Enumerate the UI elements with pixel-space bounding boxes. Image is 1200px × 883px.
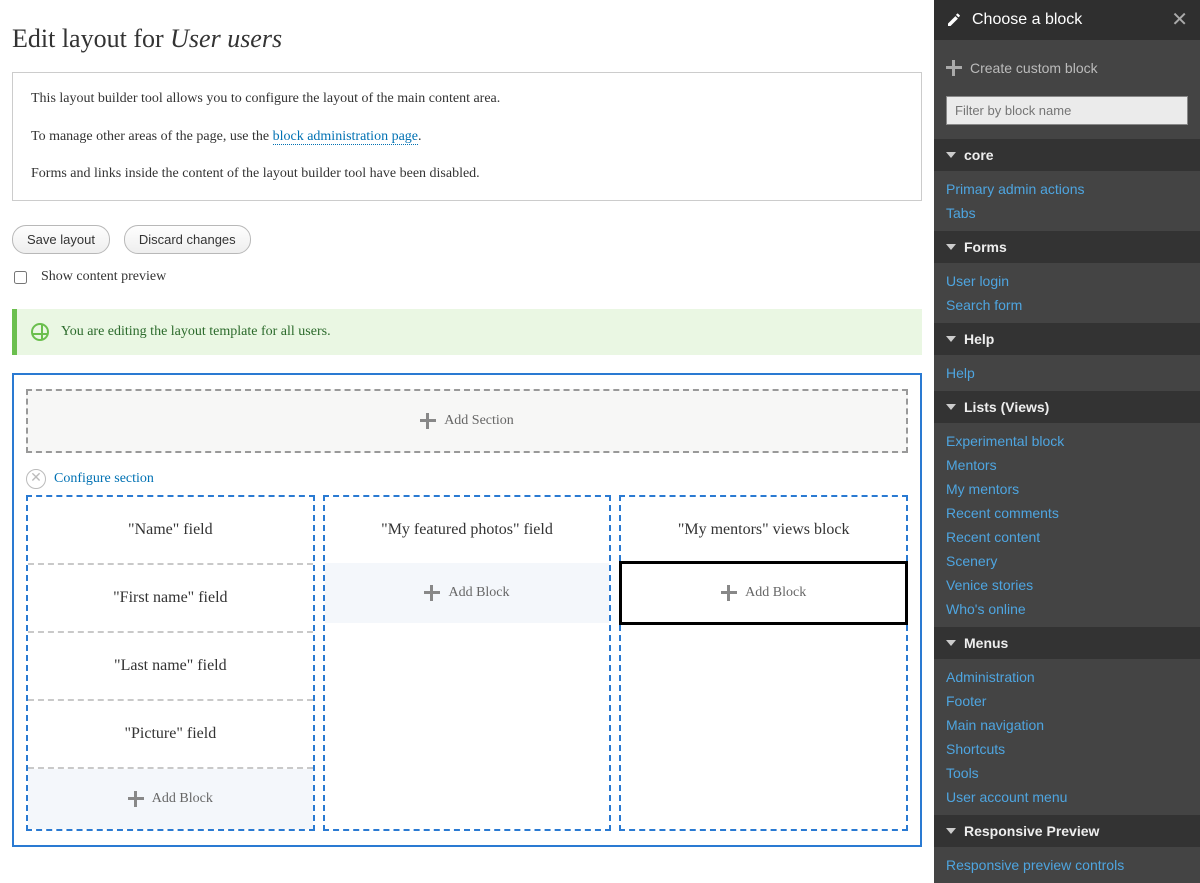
page-title-prefix: Edit layout for: [12, 24, 170, 53]
section-columns: "Name" field "First name" field "Last na…: [26, 495, 908, 831]
column-1: "Name" field "First name" field "Last na…: [26, 495, 315, 831]
block-admin-link[interactable]: block administration page: [273, 129, 418, 145]
caret-down-icon: [946, 404, 956, 410]
page-title-entity: User users: [170, 24, 282, 53]
block-link-user-login[interactable]: User login: [934, 269, 1200, 293]
caret-down-icon: [946, 152, 956, 158]
main-content: Edit layout for User users This layout b…: [0, 0, 934, 883]
group-links: Help: [934, 355, 1200, 391]
block-link-mentors[interactable]: Mentors: [934, 453, 1200, 477]
group-links: Primary admin actionsTabs: [934, 171, 1200, 231]
field-block-name[interactable]: "Name" field: [28, 497, 313, 565]
block-link-help[interactable]: Help: [934, 361, 1200, 385]
content-preview-checkbox[interactable]: [14, 271, 27, 284]
content-preview-label[interactable]: Show content preview: [41, 269, 166, 285]
column-2: "My featured photos" field Add Block: [323, 495, 612, 831]
group-header-responsive-preview[interactable]: Responsive Preview: [934, 815, 1200, 847]
info-line-3: Forms and links inside the content of th…: [31, 164, 903, 184]
offcanvas-groups: corePrimary admin actionsTabsFormsUser l…: [934, 139, 1200, 883]
field-block-featured-photos[interactable]: "My featured photos" field: [325, 497, 610, 563]
close-icon[interactable]: ✕: [1171, 10, 1188, 30]
add-block-button-col2[interactable]: Add Block: [325, 563, 610, 623]
page-title: Edit layout for User users: [12, 24, 922, 54]
field-block-picture[interactable]: "Picture" field: [28, 701, 313, 769]
block-link-administration[interactable]: Administration: [934, 665, 1200, 689]
plus-icon: [128, 791, 144, 807]
add-block-button-col1[interactable]: Add Block: [28, 769, 313, 829]
group-header-lists-views-[interactable]: Lists (Views): [934, 391, 1200, 423]
field-block-my-mentors[interactable]: "My mentors" views block: [621, 497, 906, 563]
offcanvas-title: Choose a block: [972, 11, 1171, 29]
discard-changes-button[interactable]: Discard changes: [124, 225, 251, 254]
group-header-help[interactable]: Help: [934, 323, 1200, 355]
layout-canvas: Add Section ✕ Configure section "Name" f…: [12, 373, 922, 847]
action-buttons: Save layout Discard changes: [12, 225, 922, 254]
group-links: AdministrationFooterMain navigationShort…: [934, 659, 1200, 815]
block-link-scenery[interactable]: Scenery: [934, 549, 1200, 573]
filter-wrapper: [934, 96, 1200, 139]
plus-icon: [424, 585, 440, 601]
block-link-my-mentors[interactable]: My mentors: [934, 477, 1200, 501]
field-block-first-name[interactable]: "First name" field: [28, 565, 313, 633]
content-preview-toggle: Show content preview: [12, 268, 922, 287]
block-link-user-account-menu[interactable]: User account menu: [934, 785, 1200, 809]
filter-input[interactable]: [946, 96, 1188, 125]
block-link-recent-content[interactable]: Recent content: [934, 525, 1200, 549]
field-block-last-name[interactable]: "Last name" field: [28, 633, 313, 701]
block-link-main-navigation[interactable]: Main navigation: [934, 713, 1200, 737]
group-header-menus[interactable]: Menus: [934, 627, 1200, 659]
info-line-1: This layout builder tool allows you to c…: [31, 89, 903, 109]
block-link-tools[interactable]: Tools: [934, 761, 1200, 785]
info-box: This layout builder tool allows you to c…: [12, 72, 922, 201]
block-link-experimental-block[interactable]: Experimental block: [934, 429, 1200, 453]
info-line-2: To manage other areas of the page, use t…: [31, 127, 903, 147]
add-section-button[interactable]: Add Section: [26, 389, 908, 453]
caret-down-icon: [946, 828, 956, 834]
column-3: "My mentors" views block Add Block: [619, 495, 908, 831]
group-links: User loginSearch form: [934, 263, 1200, 323]
group-links: Experimental blockMentorsMy mentorsRecen…: [934, 423, 1200, 627]
offcanvas-sidebar: Choose a block ✕ Create custom block cor…: [934, 0, 1200, 883]
caret-down-icon: [946, 336, 956, 342]
group-header-forms[interactable]: Forms: [934, 231, 1200, 263]
save-layout-button[interactable]: Save layout: [12, 225, 110, 254]
block-link-venice-stories[interactable]: Venice stories: [934, 573, 1200, 597]
plus-icon: [420, 413, 436, 429]
block-link-tabs[interactable]: Tabs: [934, 201, 1200, 225]
pencil-icon: [946, 12, 962, 28]
block-link-recent-comments[interactable]: Recent comments: [934, 501, 1200, 525]
plus-icon: [946, 60, 962, 76]
group-links: Responsive preview controls: [934, 847, 1200, 883]
block-link-shortcuts[interactable]: Shortcuts: [934, 737, 1200, 761]
add-block-button-col3[interactable]: Add Block: [621, 563, 906, 623]
section-header: ✕ Configure section: [26, 469, 908, 489]
caret-down-icon: [946, 640, 956, 646]
block-link-footer[interactable]: Footer: [934, 689, 1200, 713]
status-text: You are editing the layout template for …: [61, 324, 331, 340]
caret-down-icon: [946, 244, 956, 250]
block-link-responsive-preview-controls[interactable]: Responsive preview controls: [934, 853, 1200, 877]
block-link-primary-admin-actions[interactable]: Primary admin actions: [934, 177, 1200, 201]
plus-icon: [721, 585, 737, 601]
remove-section-icon[interactable]: ✕: [26, 469, 46, 489]
create-custom-block-button[interactable]: Create custom block: [934, 40, 1200, 96]
configure-section-link[interactable]: Configure section: [54, 471, 154, 487]
group-header-core[interactable]: core: [934, 139, 1200, 171]
globe-icon: [31, 323, 49, 341]
block-link-who-s-online[interactable]: Who's online: [934, 597, 1200, 621]
status-message: You are editing the layout template for …: [12, 309, 922, 355]
block-link-search-form[interactable]: Search form: [934, 293, 1200, 317]
offcanvas-titlebar: Choose a block ✕: [934, 0, 1200, 40]
